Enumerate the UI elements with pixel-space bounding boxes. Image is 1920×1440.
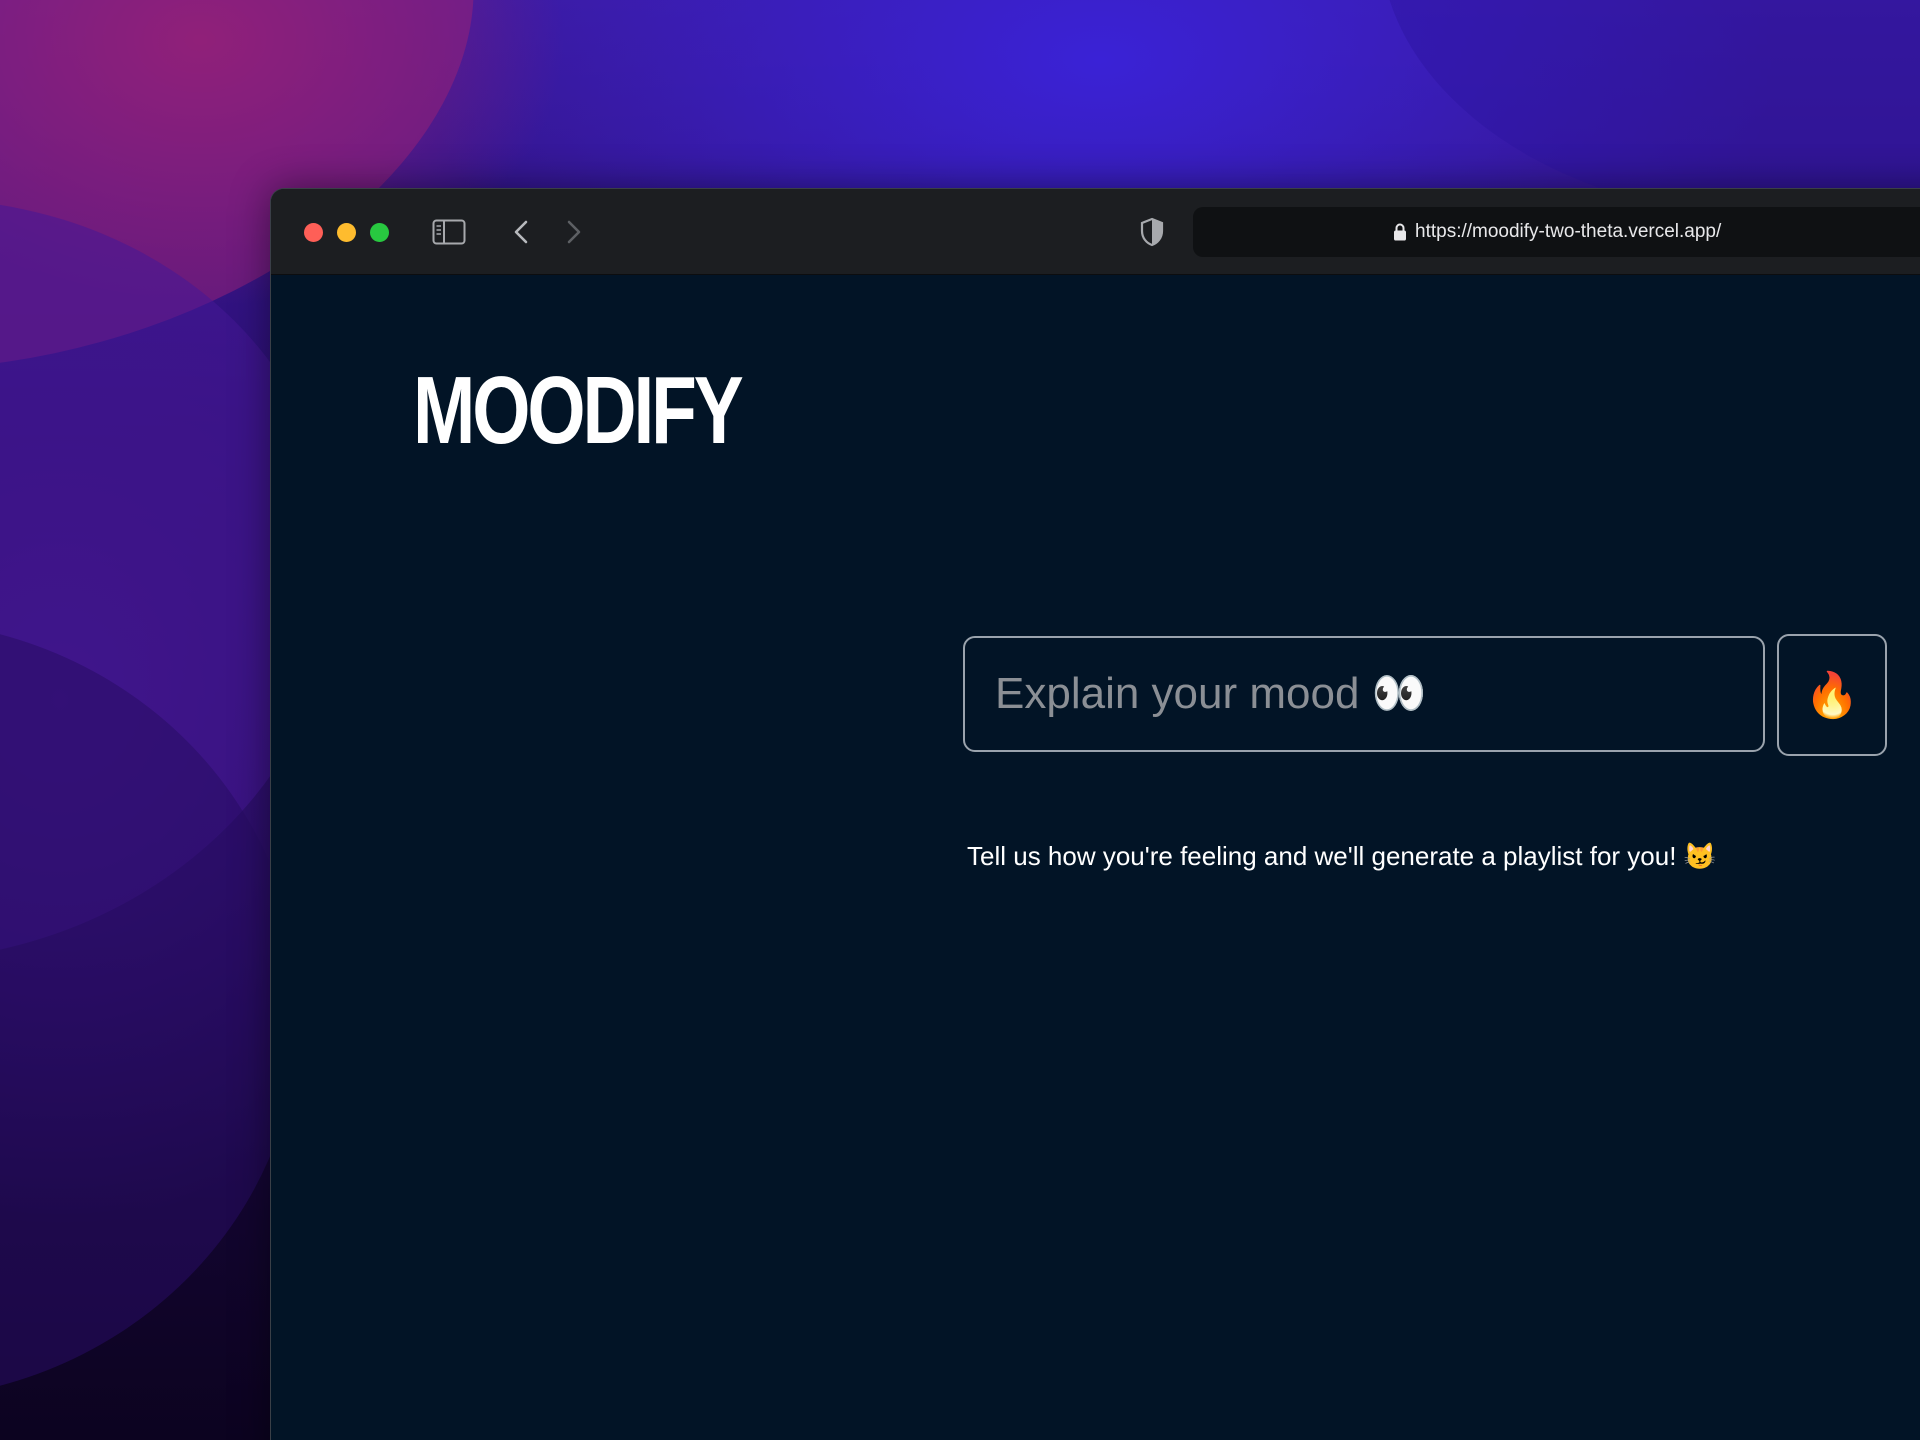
privacy-report-button[interactable] [1136, 215, 1168, 249]
back-button[interactable] [506, 216, 536, 248]
sidebar-icon [432, 219, 466, 245]
generate-playlist-button[interactable]: 🔥 [1777, 634, 1887, 756]
address-bar-content: https://moodify-two-theta.vercel.app/ [1393, 207, 1721, 257]
fullscreen-window-button[interactable] [370, 223, 389, 242]
page-content: MOODIFY 🔥 Tell us how you're feeling and… [271, 275, 1920, 1440]
app-logo: MOODIFY [413, 357, 744, 464]
wallpaper-wave [1380, 0, 1920, 220]
lock-icon [1394, 223, 1406, 241]
forward-chevron-icon [567, 220, 581, 244]
minimize-window-button[interactable] [337, 223, 356, 242]
shield-icon [1140, 217, 1164, 247]
browser-window: https://moodify-two-theta.vercel.app/ MO… [270, 188, 1920, 1440]
forward-button[interactable] [559, 216, 589, 248]
tagline-text: Tell us how you're feeling and we'll gen… [967, 841, 1717, 871]
close-window-button[interactable] [304, 223, 323, 242]
mood-input[interactable] [963, 636, 1765, 752]
address-bar[interactable]: https://moodify-two-theta.vercel.app/ [1193, 207, 1920, 257]
url-text: https://moodify-two-theta.vercel.app/ [1415, 221, 1722, 242]
browser-toolbar: https://moodify-two-theta.vercel.app/ [271, 189, 1920, 275]
back-chevron-icon [514, 220, 528, 244]
sidebar-toggle-button[interactable] [431, 216, 467, 248]
